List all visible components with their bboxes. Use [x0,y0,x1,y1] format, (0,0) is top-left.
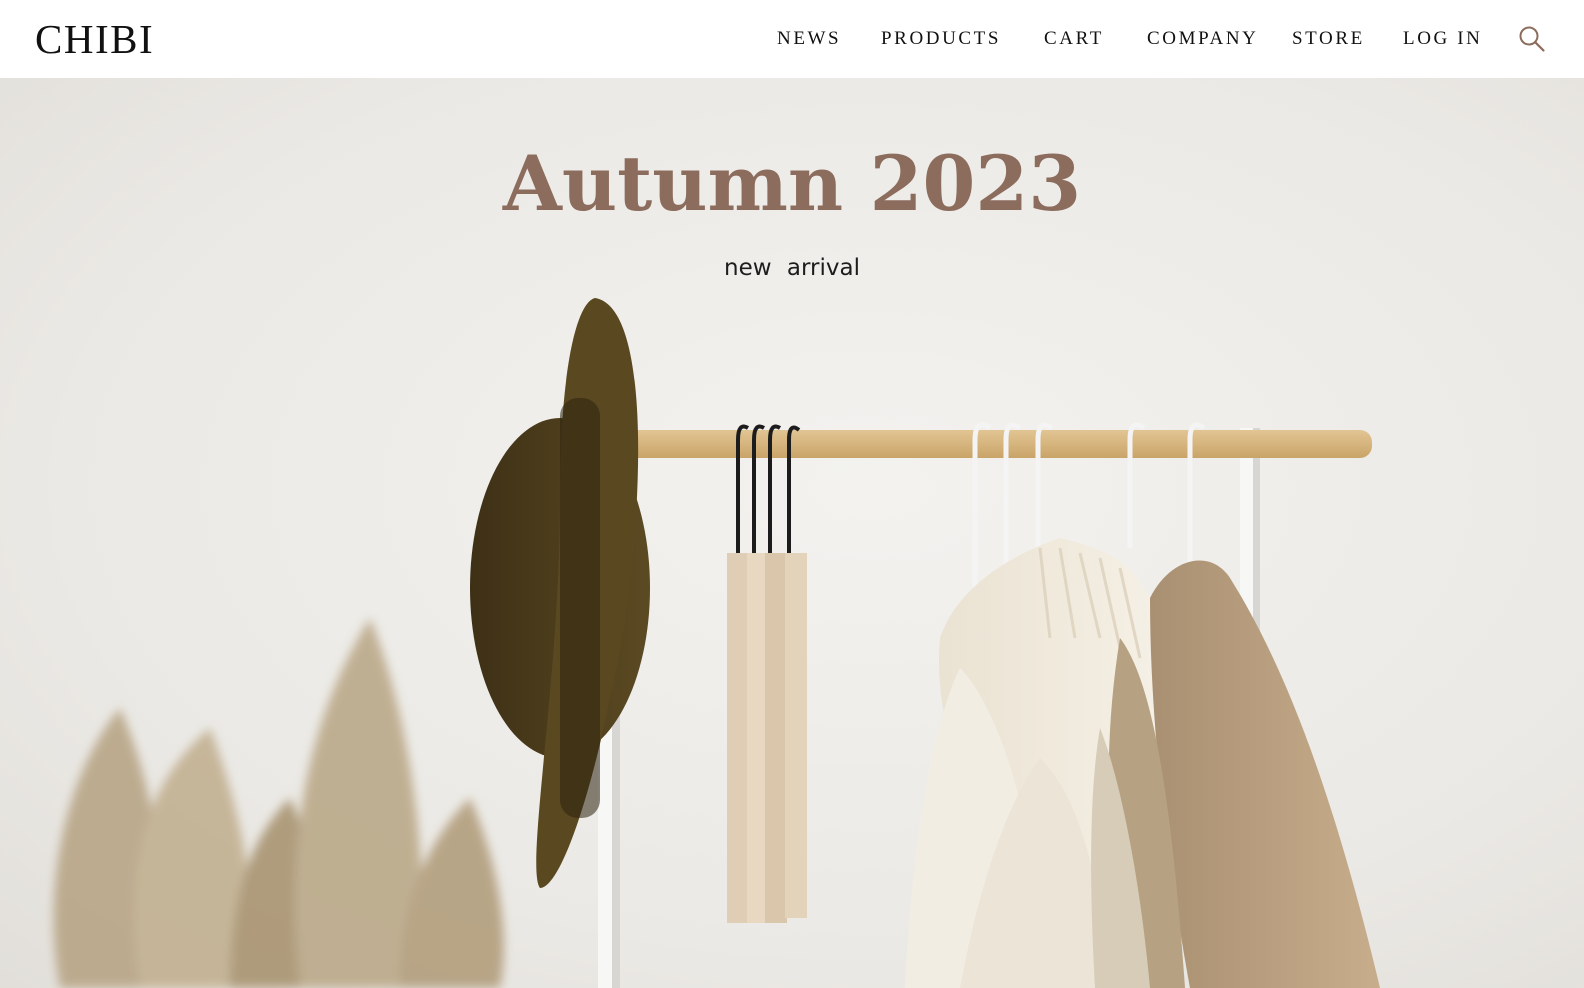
site-header: CHIBI NEWS PRODUCTS CART COMPANY STORE L… [0,0,1584,78]
brand-logo[interactable]: CHIBI [35,14,154,64]
hero-banner: Autumn 2023 new arrival [0,78,1584,988]
nav-item-news[interactable]: NEWS [777,26,841,52]
search-icon[interactable] [1518,25,1546,53]
nav-item-store[interactable]: STORE [1292,26,1365,52]
nav-item-login[interactable]: LOG IN [1403,26,1482,52]
nav-item-products[interactable]: PRODUCTS [881,26,1001,52]
nav-item-cart[interactable]: CART [1044,26,1104,52]
hero-title: Autumn 2023 [502,139,1082,228]
hero-subtitle: new arrival [724,255,860,281]
nav-item-company[interactable]: COMPANY [1147,26,1258,52]
page: CHIBI NEWS PRODUCTS CART COMPANY STORE L… [0,0,1584,988]
